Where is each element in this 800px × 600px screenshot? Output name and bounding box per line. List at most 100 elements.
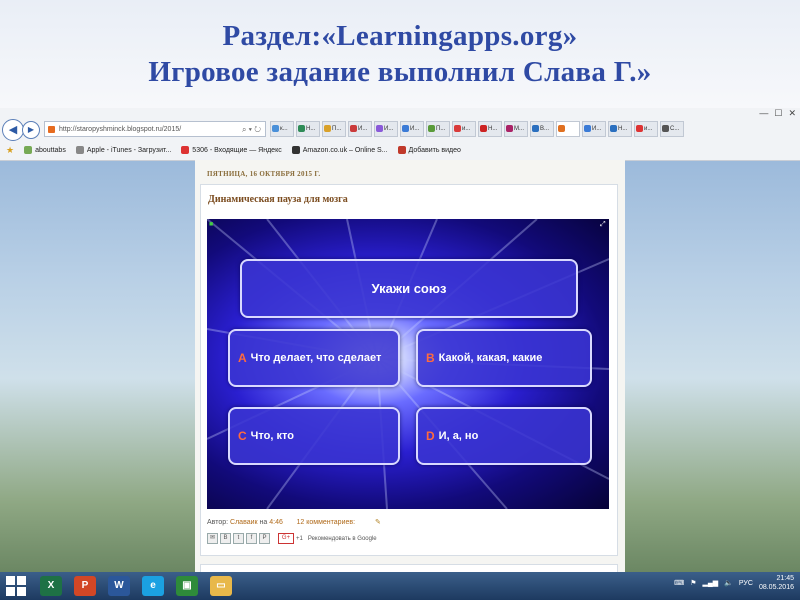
option-b-button[interactable]: B Какой, какая, какие [416, 329, 592, 387]
option-a-button[interactable]: A Что делает, что сделает [228, 329, 400, 387]
option-letter: C [238, 429, 247, 443]
clock[interactable]: 21:45 08.05.2016 [759, 574, 794, 592]
question-text: Укажи союз [371, 281, 447, 296]
tab-label: П... [436, 126, 446, 132]
tab-label: М... [514, 126, 524, 132]
option-letter: A [238, 351, 247, 365]
browser-tab[interactable]: М... [504, 121, 528, 137]
tab-label: И... [358, 126, 368, 132]
favorite-link[interactable]: Amazon.co.uk – Online S... [291, 146, 388, 154]
flag-icon[interactable]: ⚑ [690, 579, 696, 587]
browser-tab[interactable]: И... [374, 121, 398, 137]
clock-date: 08.05.2016 [758, 584, 794, 591]
browser-tab[interactable]: Н... [296, 121, 320, 137]
language-indicator[interactable]: РУС [739, 580, 753, 587]
post-date: ПЯТНИЦА, 16 ОКТЯБРЯ 2015 Г. [207, 170, 321, 178]
powerpoint-taskbar-icon[interactable]: P [74, 576, 96, 596]
browser-tab[interactable]: к... [270, 121, 294, 137]
tab-favicon-icon [662, 125, 669, 132]
favorite-favicon-icon [75, 146, 84, 154]
pinterest-icon[interactable]: P [259, 533, 270, 544]
keyboard-icon[interactable]: ⌨ [674, 579, 684, 587]
tab-favicon-icon [532, 125, 539, 132]
option-text: Что делает, что сделает [250, 352, 382, 364]
slide-title-line1: Раздел:«Learningapps.org» [222, 20, 578, 52]
author-prefix: Автор: [207, 519, 229, 526]
option-d-button[interactable]: D И, а, но [416, 407, 592, 465]
word-taskbar-icon[interactable]: W [108, 576, 130, 596]
excel-taskbar-icon[interactable]: X [40, 576, 62, 596]
favorite-favicon-icon [291, 146, 300, 154]
browser-tab[interactable]: И... [400, 121, 424, 137]
forward-arrow-icon[interactable]: ▶ [22, 121, 40, 139]
favorite-link[interactable]: Apple - iTunes - Загрузит... [75, 146, 171, 154]
search-refresh-icon[interactable]: ⌕ ▾ ↻ [242, 122, 261, 136]
taskbar: X P We ▣ ▭ ⌨ ⚑ ▂▄▆ 🔈 РУС 21:45 08.05.2016 [0, 572, 800, 600]
browser-chrome: — ☐ ✕ ◀ ▶ http://staropyshminck.blogspot… [0, 108, 800, 161]
time-prefix: на [259, 519, 268, 526]
store-taskbar-icon[interactable]: ▣ [176, 576, 198, 596]
browser-screenshot: — ☐ ✕ ◀ ▶ http://staropyshminck.blogspot… [0, 108, 800, 600]
browser-tab[interactable]: Н... [608, 121, 632, 137]
favorite-link[interactable]: abouttabs [24, 146, 66, 154]
back-arrow-icon[interactable]: ◀ [2, 119, 24, 141]
browser-tab[interactable]: и... [634, 121, 658, 137]
favorite-favicon-icon [181, 146, 190, 154]
favorite-link[interactable]: 5306 - Входящие — Яндекс [181, 146, 282, 154]
tab-favicon-icon [506, 125, 513, 132]
tab-favicon-icon [584, 125, 591, 132]
ie-taskbar-icon[interactable]: e [142, 576, 164, 596]
slide-title-line2: Игровое задание выполнил Слава Г.» [148, 56, 652, 88]
post-title[interactable]: Динамическая пауза для мозга [208, 194, 348, 205]
comments-link[interactable]: 12 комментариев: [297, 519, 356, 526]
favorite-favicon-icon [24, 146, 33, 154]
edit-pencil-icon[interactable]: ✎ [375, 518, 381, 526]
tab-favicon-icon [558, 125, 565, 132]
favorite-label: 5306 - Входящие — Яндекс [192, 146, 282, 154]
tab-label: В... [540, 126, 550, 132]
fullscreen-icon[interactable]: ⤢ [600, 221, 607, 228]
tab-strip: к... Н... П... И... И... И... П... и... Н... М...… [270, 121, 796, 137]
option-c-button[interactable]: C Что, кто [228, 407, 400, 465]
browser-tab[interactable]: П... [322, 121, 346, 137]
email-icon[interactable]: ✉ [207, 533, 218, 544]
blogger-favicon-icon [48, 126, 55, 133]
windows-start-icon[interactable] [4, 574, 28, 598]
option-letter: D [426, 429, 435, 443]
favorite-favicon-icon [397, 146, 406, 154]
browser-tab[interactable]: П... [426, 121, 450, 137]
browser-tab[interactable] [556, 121, 580, 137]
gplus-count: +1 [296, 535, 303, 542]
tab-favicon-icon [402, 125, 409, 132]
browser-tab[interactable]: И... [582, 121, 606, 137]
address-bar[interactable]: http://staropyshminck.blogspot.ru/2015/ … [44, 121, 266, 137]
favorites-star-icon[interactable]: ★ [6, 145, 14, 156]
favorites-bar: ★ abouttabs Apple - iTunes - Загрузит... 5… [0, 142, 800, 158]
browser-tab[interactable]: С... [660, 121, 684, 137]
close-icon[interactable]: ✕ [788, 108, 796, 120]
browser-tab[interactable]: И... [348, 121, 372, 137]
system-tray: ⌨ ⚑ ▂▄▆ 🔈 РУС 21:45 08.05.2016 [674, 574, 794, 592]
learningapps-game[interactable]: ■ ⤢ Укажи союз A Что делает, что сделает… [207, 219, 609, 509]
network-icon[interactable]: ▂▄▆ [702, 579, 718, 587]
volume-icon[interactable]: 🔈 [724, 579, 733, 587]
maximize-icon[interactable]: ☐ [774, 108, 782, 120]
favorite-link[interactable]: Добавить видео [397, 146, 461, 154]
facebook-icon[interactable]: f [246, 533, 257, 544]
browser-tab[interactable]: Н... [478, 121, 502, 137]
post-time-link[interactable]: 4:46 [269, 519, 283, 526]
blogthis-icon[interactable]: B [220, 533, 231, 544]
browser-tab[interactable]: и... [452, 121, 476, 137]
browser-tab[interactable]: В... [530, 121, 554, 137]
tab-favicon-icon [324, 125, 331, 132]
option-text: Что, кто [250, 430, 294, 442]
tab-favicon-icon [480, 125, 487, 132]
slide-title: Раздел:«Learningapps.org» Игровое задани… [0, 18, 800, 90]
author-link[interactable]: Славаик [230, 519, 258, 526]
explorer-taskbar-icon[interactable]: ▭ [210, 576, 232, 596]
minimize-icon[interactable]: — [759, 108, 768, 120]
option-letter: B [426, 351, 435, 365]
twitter-icon[interactable]: t [233, 533, 244, 544]
gplus-button[interactable]: G+ [278, 533, 294, 544]
tab-label: к... [280, 126, 288, 132]
